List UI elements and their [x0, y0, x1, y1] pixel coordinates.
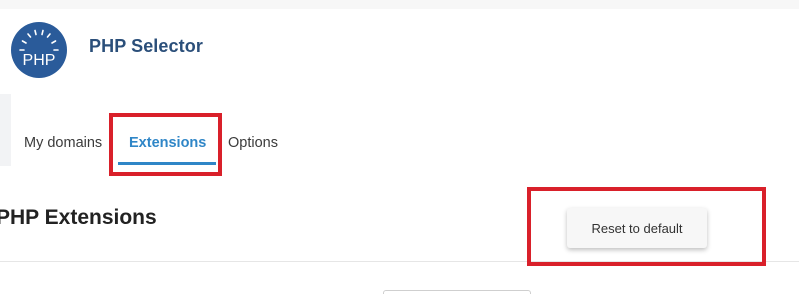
top-bar	[0, 0, 799, 9]
app-title: PHP Selector	[89, 36, 203, 56]
left-edge-panel	[0, 94, 11, 166]
reset-to-default-button[interactable]: Reset to default	[567, 208, 707, 248]
bottom-input-field[interactable]	[383, 290, 531, 294]
tab-options[interactable]: Options	[228, 135, 278, 151]
tab-my-domains[interactable]: My domains	[24, 135, 102, 151]
divider	[0, 261, 799, 262]
active-tab-indicator	[118, 162, 216, 165]
php-selector-page: PHP PHP Selector My domains Extensions O…	[0, 0, 799, 294]
section-title: PHP Extensions	[0, 206, 157, 229]
logo-text: PHP	[23, 52, 56, 69]
php-logo-icon: PHP	[11, 22, 67, 78]
tab-extensions[interactable]: Extensions	[129, 135, 206, 151]
